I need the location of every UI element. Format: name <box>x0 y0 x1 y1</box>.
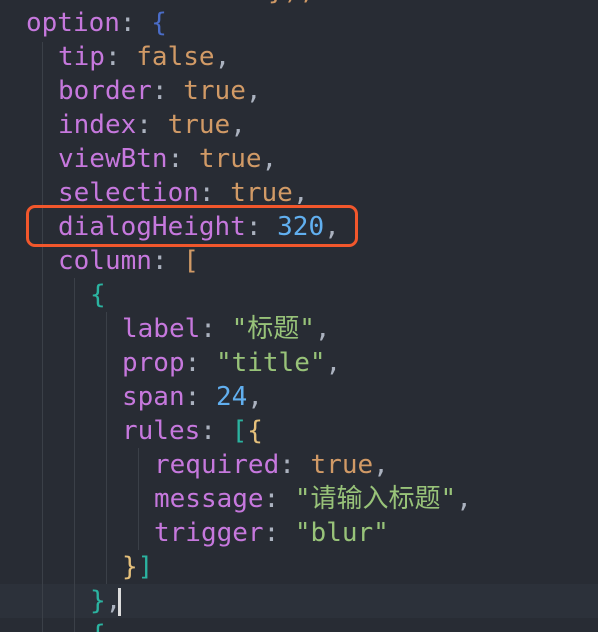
code-brace: } <box>90 586 106 616</box>
code-value: "blur" <box>294 518 389 548</box>
code-value: true <box>167 110 231 140</box>
code-line-required: required: true, <box>154 450 389 480</box>
code-line-viewbtn: viewBtn: true, <box>58 144 278 174</box>
code-value: true <box>310 450 374 480</box>
code-line-message: message: "请输入标题", <box>154 484 472 514</box>
code-key: option <box>26 8 120 38</box>
code-line-trigger: trigger: "blur" <box>154 518 389 548</box>
code-key: index <box>58 110 137 140</box>
code-brace: { <box>151 8 167 38</box>
code-key: prop <box>122 348 185 378</box>
code-key: selection <box>58 178 199 204</box>
code-value: true <box>183 76 246 106</box>
code-key: tip <box>58 42 105 72</box>
code-line-next-object: { <box>90 618 106 632</box>
code-value: "请输入标题" <box>294 484 457 514</box>
code-editor[interactable]: }); option: { tip: false, border: true, … <box>0 0 598 632</box>
code-key: label <box>122 314 201 344</box>
code-key: required <box>154 450 280 480</box>
code-key: column <box>58 246 152 276</box>
code-line-rules-close: }] <box>122 550 153 584</box>
code-value: "title" <box>215 348 326 378</box>
code-fragment-top: }); <box>268 0 315 8</box>
indent-guide <box>138 448 139 550</box>
code-key: viewBtn <box>58 144 168 174</box>
code-line-index: index: true, <box>58 110 246 140</box>
code-bracket: [ <box>231 416 248 446</box>
indent-guide <box>74 278 75 632</box>
highlight-box <box>26 205 358 247</box>
code-key: border <box>58 76 152 106</box>
code-line-tip: tip: false, <box>58 42 231 72</box>
code-key: message <box>154 484 264 514</box>
code-key: span <box>122 382 185 412</box>
code-value: true <box>198 144 262 174</box>
code-line-border: border: true, <box>58 76 262 106</box>
code-bracket: ] <box>137 552 154 582</box>
code-line-span: span: 24, <box>122 382 263 412</box>
code-line-column: column: [ <box>58 246 199 276</box>
code-value: 24 <box>215 382 248 412</box>
code-value: true <box>230 178 293 204</box>
code-line-selection: selection: true, <box>58 176 308 204</box>
code-key: trigger <box>154 518 264 548</box>
code-line-rules: rules: [{ <box>122 416 263 446</box>
code-brace: { <box>90 280 106 310</box>
code-line-object-close: }, <box>90 586 122 616</box>
code-line-prop: prop: "title", <box>122 348 342 378</box>
code-brace: { <box>90 620 106 632</box>
code-value: false <box>136 42 215 72</box>
code-line-label: label: "标题", <box>122 314 331 344</box>
indent-guide <box>42 42 43 632</box>
code-brace: { <box>247 416 263 446</box>
code-key: rules <box>122 416 201 446</box>
code-bracket: [ <box>183 246 199 276</box>
text-cursor <box>118 588 121 616</box>
code-brace: } <box>122 552 138 582</box>
code-value: "标题" <box>231 314 315 344</box>
code-line-object-open: { <box>90 278 106 312</box>
code-line-option: option: { <box>26 8 167 38</box>
indent-guide <box>106 312 107 584</box>
